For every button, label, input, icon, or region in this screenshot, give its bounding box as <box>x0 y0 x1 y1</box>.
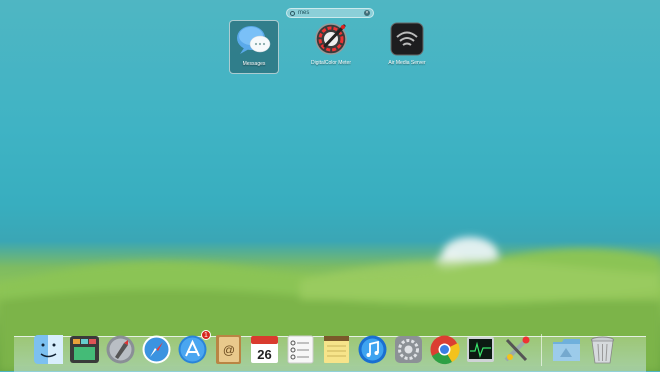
dock-item-mission-control[interactable] <box>68 333 101 366</box>
air-media-server-icon <box>390 22 424 56</box>
dock-item-safari[interactable] <box>140 333 173 366</box>
dock-item-launchpad[interactable] <box>104 333 137 366</box>
messages-icon <box>237 26 271 54</box>
app-label: DigitalColor Meter <box>310 60 351 66</box>
search-icon <box>290 10 295 16</box>
search-query[interactable]: mes <box>298 9 361 17</box>
dock: 1 @ 26 <box>32 326 632 366</box>
digital-color-meter-icon <box>315 23 347 55</box>
svg-text:@: @ <box>223 343 235 357</box>
search-field[interactable]: mes × <box>286 8 374 18</box>
launchpad-icon <box>106 335 135 364</box>
dock-separator <box>541 334 542 366</box>
app-label: Messages <box>242 61 266 67</box>
contacts-icon: @ <box>216 335 241 364</box>
folder-icon <box>553 339 580 361</box>
clear-search-icon[interactable]: × <box>364 10 370 16</box>
app-messages[interactable]: Messages <box>229 20 279 74</box>
dock-item-chrome[interactable] <box>428 333 461 366</box>
calendar-icon: 26 <box>251 336 278 363</box>
notification-badge: 1 <box>201 330 211 340</box>
dock-item-app-store[interactable]: 1 <box>176 330 211 366</box>
calendar-day: 26 <box>257 347 271 362</box>
itunes-icon <box>358 335 387 364</box>
activity-monitor-icon <box>467 337 494 362</box>
dock-item-reminders[interactable] <box>284 333 317 366</box>
dock-item-applications-folder[interactable] <box>550 333 583 366</box>
dock-item-calendar[interactable]: 26 <box>248 333 281 366</box>
safari-icon <box>142 335 171 364</box>
reminders-icon <box>287 335 314 364</box>
dock-item-finder[interactable] <box>32 333 65 366</box>
dock-item-contacts[interactable]: @ <box>212 333 245 366</box>
dock-item-system-preferences[interactable] <box>392 333 425 366</box>
dock-item-notes[interactable] <box>320 333 353 366</box>
notes-icon <box>324 336 349 363</box>
chrome-icon <box>430 335 460 365</box>
app-label: Air Media Server <box>388 60 426 66</box>
system-preferences-icon <box>395 336 422 363</box>
trash-icon <box>591 336 614 364</box>
dock-item-activity-monitor[interactable] <box>464 333 497 366</box>
dock-item-trash[interactable] <box>586 333 619 366</box>
app-air-media-server[interactable]: Air Media Server <box>382 20 432 74</box>
mission-control-icon <box>70 336 99 363</box>
dock-item-utilities[interactable] <box>500 333 533 366</box>
dock-item-itunes[interactable] <box>356 333 389 366</box>
utilities-icon <box>504 336 530 362</box>
finder-icon <box>34 335 63 364</box>
app-digitalcolor-meter[interactable]: DigitalColor Meter <box>306 20 356 74</box>
